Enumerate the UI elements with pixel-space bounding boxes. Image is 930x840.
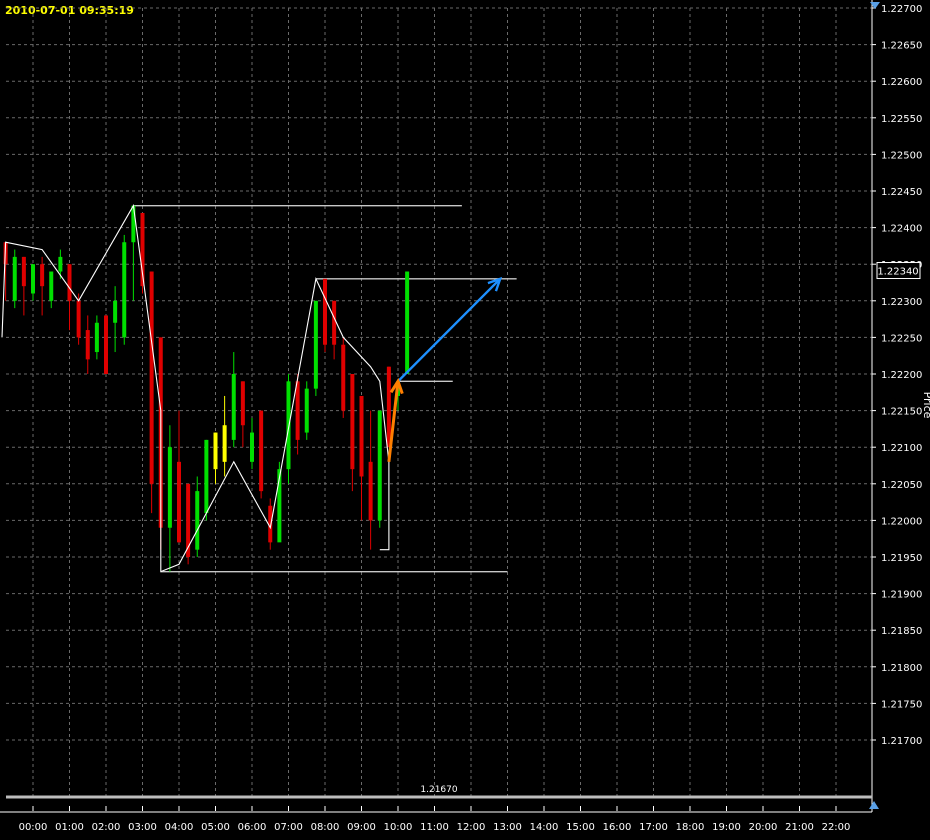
x-tick-label: 10:00	[384, 822, 413, 833]
price-bar-body	[259, 410, 264, 492]
price-bar-body	[149, 271, 154, 484]
price-bar-body	[186, 483, 191, 557]
price-bar-body	[76, 300, 81, 338]
x-tick-label: 02:00	[92, 822, 121, 833]
x-tick-label: 14:00	[530, 822, 559, 833]
x-tick-label: 09:00	[347, 822, 376, 833]
price-bar-body	[240, 381, 245, 426]
price-bar-body	[313, 300, 318, 389]
y-tick-label: 1.22050	[881, 480, 922, 491]
x-tick-label: 03:00	[128, 822, 157, 833]
y-tick-label: 1.21950	[881, 553, 922, 564]
price-bar-body	[213, 432, 218, 470]
price-bar-body	[286, 381, 291, 470]
price-bar-body	[222, 425, 227, 462]
y-tick-label: 1.22150	[881, 407, 922, 418]
x-tick-label: 04:00	[165, 822, 194, 833]
price-bar-body	[195, 491, 200, 550]
x-tick-label: 05:00	[201, 822, 230, 833]
price-bar-body	[31, 264, 35, 294]
time-axis[interactable]: 00:00 01:00 02:00 03:00 04:00 05:00 06:00 07:00…	[0, 806, 872, 833]
price-bar-body	[332, 300, 337, 345]
price-bar-body	[122, 242, 127, 338]
y-tick-label: 1.22550	[881, 114, 922, 125]
x-tick-label: 21:00	[785, 822, 814, 833]
x-tick-label: 17:00	[639, 822, 668, 833]
price-bar-body	[94, 322, 99, 353]
y-tick-label: 1.21850	[881, 626, 922, 637]
y-tick-label: 1.22500	[881, 150, 922, 161]
y-tick-label: 1.21800	[881, 663, 922, 674]
price-chart[interactable]: 1.22700 1.22650 1.22600 1.22550 1.22500 1.224…	[0, 0, 930, 840]
y-tick-label: 1.22450	[881, 187, 922, 198]
y-tick-label: 1.22600	[881, 77, 922, 88]
price-bar-body	[49, 271, 54, 301]
x-tick-label: 08:00	[311, 822, 340, 833]
x-tick-label: 13:00	[493, 822, 522, 833]
chart-overlays: 1.21670	[6, 2, 880, 809]
price-bar-body	[405, 271, 410, 374]
price-bar-body	[368, 461, 373, 521]
x-tick-label: 19:00	[712, 822, 741, 833]
y-tick-label: 1.22000	[881, 516, 922, 527]
bottom-level-label: 1.21670	[420, 785, 457, 795]
price-bar-body	[58, 256, 63, 272]
price-bar-body	[377, 410, 382, 521]
price-bar-body	[250, 432, 254, 462]
y-tick-label: 1.22700	[881, 4, 922, 15]
x-tick-label: 00:00	[19, 822, 48, 833]
grid	[6, 7, 872, 796]
projection-arrow-shaft	[397, 277, 502, 383]
price-bar-body	[386, 366, 391, 448]
price-axis-title: Price	[921, 392, 930, 419]
y-tick-label: 1.22400	[881, 224, 922, 235]
y-tick-label: 1.22100	[881, 443, 922, 454]
price-bar-body	[40, 264, 45, 287]
price-bar-body	[21, 256, 26, 287]
price-bar-body	[359, 395, 364, 477]
x-tick-label: 06:00	[238, 822, 267, 833]
x-tick-label: 11:00	[420, 822, 449, 833]
bottom-scroll-marker-icon	[869, 801, 879, 809]
x-tick-label: 16:00	[603, 822, 632, 833]
price-bar-body	[350, 374, 355, 470]
price-bar-body	[323, 278, 327, 345]
x-tick-label: 18:00	[676, 822, 705, 833]
price-bar-body	[167, 447, 172, 528]
price-bar-body	[231, 374, 236, 440]
x-tick-label: 22:00	[822, 822, 851, 833]
price-bar-body	[295, 381, 300, 440]
y-tick-label: 1.21750	[881, 699, 922, 710]
x-tick-label: 07:00	[274, 822, 303, 833]
price-bar-body	[204, 439, 209, 514]
x-tick-label: 15:00	[566, 822, 595, 833]
price-axis[interactable]: 1.22700 1.22650 1.22600 1.22550 1.22500 1.224…	[871, 0, 930, 812]
price-bar-body	[131, 205, 136, 243]
price-bar-body	[177, 461, 181, 543]
y-tick-label: 1.22250	[881, 333, 922, 344]
price-bars	[3, 205, 410, 572]
current-price-label: 1.22340	[877, 267, 918, 278]
y-tick-label: 1.21700	[881, 736, 922, 747]
price-bar-body	[304, 388, 309, 433]
price-bar-body	[12, 256, 17, 301]
x-tick-label: 20:00	[749, 822, 778, 833]
price-bar-body	[113, 300, 118, 323]
y-tick-label: 1.22200	[881, 370, 922, 381]
y-tick-label: 1.22650	[881, 41, 922, 52]
y-tick-label: 1.22300	[881, 297, 922, 308]
price-bar-body	[104, 315, 108, 374]
x-tick-label: 12:00	[457, 822, 486, 833]
y-tick-label: 1.21900	[881, 590, 922, 601]
price-bar-body	[67, 264, 72, 301]
price-bar-body	[85, 330, 90, 360]
price-bar-body	[341, 344, 346, 411]
x-tick-label: 01:00	[55, 822, 84, 833]
